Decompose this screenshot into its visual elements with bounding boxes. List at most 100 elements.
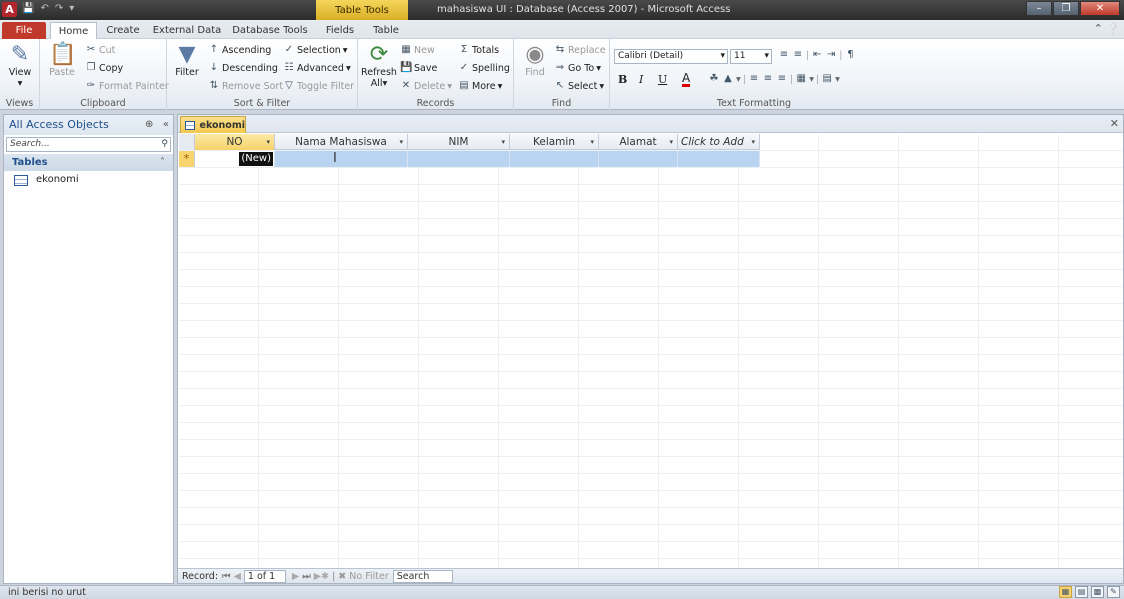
- align-left-icon[interactable]: ≡: [748, 73, 760, 85]
- no-filter-indicator[interactable]: ✖ No Filter: [338, 571, 388, 582]
- spelling-button[interactable]: ✓ Spelling: [458, 62, 510, 74]
- minimize-button[interactable]: –: [1026, 1, 1052, 16]
- customize-qat-icon[interactable]: ▾: [69, 3, 74, 14]
- help-icon[interactable]: ❔: [1106, 22, 1120, 35]
- pivottable-view-icon[interactable]: ▤: [1075, 586, 1088, 598]
- copy-button[interactable]: ❐ Copy: [85, 62, 124, 74]
- font-name-select[interactable]: Calibri (Detail) ▾: [614, 49, 728, 64]
- nav-item-ekonomi[interactable]: ekonomi: [4, 171, 173, 189]
- minimize-ribbon-icon[interactable]: ⌃: [1094, 22, 1103, 35]
- save-icon[interactable]: 💾: [22, 3, 34, 14]
- descending-button[interactable]: ↓ Descending: [208, 62, 278, 74]
- column-header[interactable]: Kelamin ▾: [510, 134, 599, 150]
- collapse-section-icon[interactable]: ˄: [160, 154, 165, 171]
- fill-color-icon[interactable]: ▲: [722, 73, 734, 85]
- column-header[interactable]: Nama Mahasiswa ▾: [275, 134, 408, 150]
- replace-button[interactable]: ⇆ Replace: [554, 44, 606, 56]
- column-dropdown-icon[interactable]: ▾: [751, 134, 755, 150]
- background-color-icon[interactable]: ☘: [708, 73, 720, 85]
- last-record-button[interactable]: ⏭: [302, 571, 311, 582]
- filter-button[interactable]: ▼ Filter: [173, 43, 201, 79]
- more-button[interactable]: ▤ More ▾: [458, 80, 502, 92]
- new-record-cell[interactable]: [599, 151, 678, 167]
- tab-create[interactable]: Create: [101, 22, 145, 39]
- new-record-row[interactable]: * (New): [179, 151, 760, 167]
- remove-sort-button[interactable]: ⇅ Remove Sort: [208, 80, 283, 92]
- gridlines-icon[interactable]: ▦: [795, 73, 807, 85]
- delete-record-button[interactable]: ✕ Delete ▾: [400, 80, 452, 92]
- view-button[interactable]: ✎ View ▾: [4, 43, 36, 90]
- new-record-cell[interactable]: (New): [195, 151, 275, 167]
- previous-record-button[interactable]: ◀: [234, 571, 241, 582]
- tab-home[interactable]: Home: [50, 22, 97, 39]
- select-button[interactable]: ↖ Select ▾: [554, 80, 604, 92]
- new-blank-record-button[interactable]: ▶✱: [314, 571, 329, 582]
- save-record-button[interactable]: 💾 Save: [400, 62, 437, 74]
- font-color-button[interactable]: A: [682, 72, 691, 87]
- bold-button[interactable]: B: [618, 73, 627, 86]
- column-dropdown-icon[interactable]: ▾: [266, 134, 270, 150]
- align-center-icon[interactable]: ≡: [762, 73, 774, 85]
- find-button[interactable]: ◉ Find: [518, 43, 552, 79]
- datasheet-grid[interactable]: NO ▾ Nama Mahasiswa ▾ NIM ▾ Kelamin ▾ Alamat ▾ Cli…: [179, 134, 1123, 569]
- design-view-icon[interactable]: ✎: [1107, 586, 1120, 598]
- nav-pane-header[interactable]: All Access Objects ⊕ «: [4, 115, 173, 135]
- ascending-button[interactable]: ↑ Ascending: [208, 44, 271, 56]
- column-header[interactable]: Click to Add ▾: [678, 134, 760, 150]
- decrease-indent-icon[interactable]: ⇤: [811, 49, 823, 61]
- close-document-icon[interactable]: ✕: [1110, 117, 1119, 130]
- new-record-cell[interactable]: [678, 151, 760, 167]
- bullets-icon[interactable]: ≡: [778, 49, 790, 61]
- underline-button[interactable]: U: [658, 73, 667, 86]
- column-dropdown-icon[interactable]: ▾: [590, 134, 594, 150]
- totals-button[interactable]: Σ Totals: [458, 44, 499, 56]
- italic-button[interactable]: I: [639, 73, 643, 86]
- undo-icon[interactable]: ↶: [40, 3, 48, 14]
- new-record-cell[interactable]: [408, 151, 510, 167]
- column-dropdown-icon[interactable]: ▾: [399, 134, 403, 150]
- record-search-input[interactable]: Search: [392, 569, 453, 583]
- select-all-cell[interactable]: [179, 134, 195, 150]
- datasheet-view-icon[interactable]: ▦: [1059, 586, 1072, 598]
- column-dropdown-icon[interactable]: ▾: [669, 134, 673, 150]
- tab-external-data[interactable]: External Data: [152, 22, 222, 39]
- shutter-bar-close-icon[interactable]: «: [163, 119, 169, 130]
- alternate-row-color-icon[interactable]: ▤: [821, 73, 833, 85]
- access-logo-icon[interactable]: A: [2, 2, 17, 17]
- paste-button[interactable]: 📋 Paste: [46, 43, 78, 79]
- goto-button[interactable]: ⇒ Go To ▾: [554, 62, 601, 74]
- redo-icon[interactable]: ↷: [55, 3, 63, 14]
- column-header[interactable]: NIM ▾: [408, 134, 510, 150]
- cut-button[interactable]: ✂ Cut: [85, 44, 116, 56]
- close-window-button[interactable]: ✕: [1080, 1, 1120, 16]
- pivotchart-view-icon[interactable]: ▩: [1091, 586, 1104, 598]
- document-tab-ekonomi[interactable]: ekonomi: [180, 116, 246, 133]
- restore-button[interactable]: ❐: [1053, 1, 1079, 16]
- selection-button[interactable]: ✓ Selection ▾: [283, 44, 348, 56]
- tab-fields[interactable]: Fields: [320, 22, 360, 39]
- tab-table[interactable]: Table: [366, 22, 406, 39]
- column-dropdown-icon[interactable]: ▾: [501, 134, 505, 150]
- paragraph-direction-icon[interactable]: ¶: [844, 49, 856, 61]
- toggle-filter-button[interactable]: ▽ Toggle Filter: [283, 80, 354, 92]
- nav-menu-chevron-icon[interactable]: ⊕: [145, 119, 153, 130]
- column-header[interactable]: Alamat ▾: [599, 134, 678, 150]
- tab-database-tools[interactable]: Database Tools: [230, 22, 310, 39]
- next-record-button[interactable]: ▶: [292, 571, 299, 582]
- search-icon[interactable]: ⚲: [161, 138, 168, 151]
- format-painter-button[interactable]: ✑ Format Painter: [85, 80, 169, 92]
- new-record-button[interactable]: ▦ New: [400, 44, 434, 56]
- font-size-select[interactable]: 11 ▾: [730, 49, 772, 64]
- tab-file[interactable]: File: [2, 22, 46, 39]
- increase-indent-icon[interactable]: ⇥: [825, 49, 837, 61]
- nav-search-input[interactable]: Search... ⚲: [6, 137, 171, 152]
- nav-section-tables[interactable]: Tables ˄: [4, 154, 173, 171]
- advanced-button[interactable]: ☷ Advanced ▾: [283, 62, 351, 74]
- first-record-button[interactable]: ⏮: [222, 571, 231, 582]
- current-record-field[interactable]: 1 of 1: [243, 569, 286, 583]
- column-header[interactable]: NO ▾: [195, 134, 275, 150]
- new-record-cell[interactable]: [510, 151, 599, 167]
- refresh-all-button[interactable]: ⟳ Refresh All▾: [361, 43, 397, 90]
- numbering-icon[interactable]: ≡: [792, 49, 804, 61]
- new-record-cell[interactable]: [275, 151, 408, 167]
